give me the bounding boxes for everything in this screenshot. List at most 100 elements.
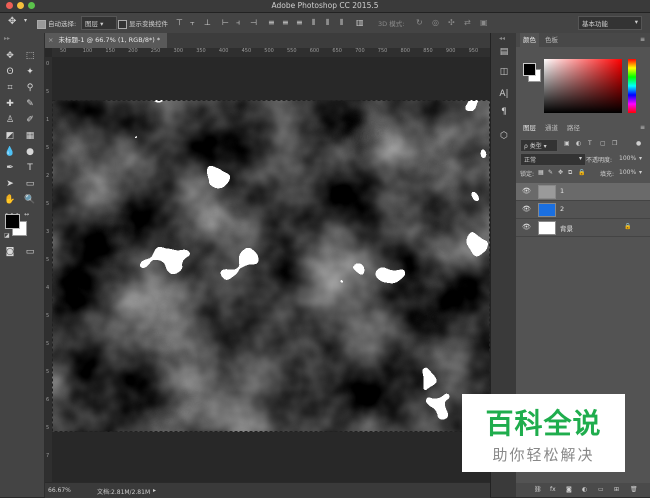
marquee-tool-icon[interactable]: ⬚ bbox=[24, 50, 36, 62]
fill-chevron-icon[interactable]: ▾ bbox=[639, 169, 642, 176]
history-panel-icon[interactable]: ▤ bbox=[498, 47, 510, 59]
color-panel-menu-icon[interactable]: ≡ bbox=[640, 36, 645, 43]
distribute-left-icon[interactable]: ⦀ bbox=[312, 18, 320, 27]
magic-wand-tool-icon[interactable]: ✦ bbox=[24, 66, 36, 78]
new-layer-icon[interactable]: ⊞ bbox=[614, 486, 619, 493]
zoom-level[interactable]: 66.67% bbox=[48, 487, 71, 494]
rectangle-tool-icon[interactable]: ▭ bbox=[24, 178, 36, 190]
tool-preset-chevron-icon[interactable]: ▾ bbox=[24, 17, 27, 24]
opacity-value[interactable]: 100% bbox=[619, 155, 636, 162]
align-hcenter-icon[interactable]: ⫞ bbox=[236, 18, 244, 27]
filter-shape-icon[interactable]: ▢ bbox=[600, 140, 606, 147]
swap-colors-icon[interactable]: ↔ bbox=[24, 211, 29, 218]
3d-roll-icon[interactable]: ◎ bbox=[432, 18, 440, 27]
hand-tool-icon[interactable]: ✋ bbox=[4, 194, 16, 206]
layer-row[interactable]: 👁 2 bbox=[516, 201, 650, 219]
dock-collapse-icon[interactable]: ◂◂ bbox=[499, 35, 505, 42]
align-top-icon[interactable]: ⊤ bbox=[176, 18, 184, 27]
screen-mode-icon[interactable]: ▭ bbox=[24, 246, 36, 258]
auto-align-icon[interactable]: ▥ bbox=[356, 18, 364, 27]
brush-tool-icon[interactable]: ✎ bbox=[24, 98, 36, 110]
quick-mask-icon[interactable]: ◙ bbox=[4, 246, 16, 258]
3d-slide-icon[interactable]: ⇄ bbox=[464, 18, 472, 27]
canvas-area[interactable] bbox=[52, 57, 490, 482]
distribute-top-icon[interactable]: ≡ bbox=[268, 18, 276, 27]
eraser-tool-icon[interactable]: ◩ bbox=[4, 130, 16, 142]
visibility-eye-icon[interactable]: 👁 bbox=[522, 205, 531, 213]
delete-layer-icon[interactable]: 🗑 bbox=[630, 486, 638, 493]
document-tab[interactable]: × 未标题-1 @ 66.7% (1, RGB/8*) * bbox=[45, 33, 167, 48]
eyedropper-tool-icon[interactable]: ⚲ bbox=[24, 82, 36, 94]
layer-style-icon[interactable]: fx bbox=[550, 486, 556, 493]
auto-select-checkbox[interactable]: 自动选择: bbox=[37, 18, 76, 29]
3d-pan-icon[interactable]: ✣ bbox=[448, 18, 456, 27]
default-colors-icon[interactable]: ◪ bbox=[4, 232, 10, 239]
lock-artboard-icon[interactable]: ⧉ bbox=[568, 169, 572, 177]
filter-type-icon[interactable]: T bbox=[588, 140, 592, 147]
move-tool-icon[interactable]: ✥ bbox=[8, 16, 16, 27]
add-mask-icon[interactable]: ◙ bbox=[566, 486, 572, 493]
distribute-right-icon[interactable]: ⦀ bbox=[340, 18, 348, 27]
filter-adjustment-icon[interactable]: ◐ bbox=[576, 140, 581, 147]
document-canvas[interactable] bbox=[52, 100, 490, 432]
lock-image-icon[interactable]: ✎ bbox=[548, 169, 553, 176]
opacity-chevron-icon[interactable]: ▾ bbox=[639, 155, 642, 162]
align-vcenter-icon[interactable]: ⫟ bbox=[190, 18, 198, 27]
paragraph-panel-icon[interactable]: ¶ bbox=[498, 107, 510, 119]
lock-all-icon[interactable]: 🔒 bbox=[578, 169, 585, 176]
distribute-vcenter-icon[interactable]: ≡ bbox=[282, 18, 290, 27]
layers-panel-menu-icon[interactable]: ≡ bbox=[640, 124, 645, 131]
auto-select-dropdown[interactable]: 图层 ▾ bbox=[81, 16, 117, 30]
status-menu-arrow-icon[interactable]: ▸ bbox=[153, 487, 156, 494]
move-tool-icon[interactable]: ✥ bbox=[4, 50, 16, 62]
tab-channels[interactable]: 通道 bbox=[542, 121, 561, 135]
lock-position-icon[interactable]: ✥ bbox=[558, 169, 563, 176]
3d-panel-icon[interactable]: ⬡ bbox=[498, 131, 510, 143]
lasso-tool-icon[interactable]: ʘ bbox=[4, 66, 16, 78]
new-group-icon[interactable]: ▭ bbox=[598, 486, 604, 493]
character-panel-icon[interactable]: A| bbox=[498, 89, 510, 101]
blend-mode-dropdown[interactable]: 正常 ▾ bbox=[520, 153, 586, 166]
properties-panel-icon[interactable]: ◫ bbox=[498, 67, 510, 79]
filter-toggle-icon[interactable]: ● bbox=[636, 140, 641, 147]
link-layers-icon[interactable]: ⛓ bbox=[534, 486, 542, 493]
fill-value[interactable]: 100% bbox=[619, 169, 636, 176]
show-transform-checkbox[interactable]: 显示变换控件 bbox=[118, 18, 168, 29]
visibility-eye-icon[interactable]: 👁 bbox=[522, 223, 531, 231]
align-right-icon[interactable]: ⊣ bbox=[250, 18, 258, 27]
healing-brush-tool-icon[interactable]: ✚ bbox=[4, 98, 16, 110]
hue-slider[interactable] bbox=[628, 59, 636, 113]
tab-color[interactable]: 颜色 bbox=[520, 33, 539, 47]
distribute-hcenter-icon[interactable]: ⦀ bbox=[326, 18, 334, 27]
pen-tool-icon[interactable]: ✒ bbox=[4, 162, 16, 174]
tab-swatches[interactable]: 色板 bbox=[542, 33, 561, 47]
panel-collapse-icon[interactable]: ▸▸ bbox=[4, 35, 10, 42]
layer-row[interactable]: 👁 背景 🔒 bbox=[516, 219, 650, 237]
close-tab-icon[interactable]: × bbox=[48, 36, 53, 44]
visibility-eye-icon[interactable]: 👁 bbox=[522, 187, 531, 195]
dodge-tool-icon[interactable]: ● bbox=[24, 146, 36, 158]
3d-rotate-icon[interactable]: ↻ bbox=[416, 18, 424, 27]
filter-smart-object-icon[interactable]: ❐ bbox=[612, 140, 617, 147]
history-brush-tool-icon[interactable]: ✐ bbox=[24, 114, 36, 126]
layer-row[interactable]: 👁 1 bbox=[516, 183, 650, 201]
foreground-color-swatch[interactable] bbox=[5, 214, 20, 229]
gradient-tool-icon[interactable]: ▦ bbox=[24, 130, 36, 142]
adjustment-layer-icon[interactable]: ◐ bbox=[582, 486, 587, 493]
clone-stamp-tool-icon[interactable]: ♙ bbox=[4, 114, 16, 126]
distribute-bottom-icon[interactable]: ≡ bbox=[296, 18, 304, 27]
color-spectrum-field[interactable] bbox=[544, 59, 622, 113]
color-panel-foreground-swatch[interactable] bbox=[523, 63, 536, 76]
align-bottom-icon[interactable]: ⊥ bbox=[204, 18, 212, 27]
zoom-tool-icon[interactable]: 🔍 bbox=[24, 194, 36, 206]
filter-pixel-icon[interactable]: ▣ bbox=[564, 140, 570, 147]
lock-transparent-icon[interactable]: ▦ bbox=[538, 169, 544, 176]
crop-tool-icon[interactable]: ⌗ bbox=[4, 82, 16, 94]
tab-layers[interactable]: 图层 bbox=[520, 121, 539, 135]
tab-paths[interactable]: 路径 bbox=[564, 121, 583, 135]
type-tool-icon[interactable]: T bbox=[24, 162, 36, 174]
workspace-dropdown[interactable]: 基本功能 ▾ bbox=[578, 16, 642, 30]
layer-filter-dropdown[interactable]: ρ 类型 ▾ bbox=[520, 139, 558, 152]
align-left-icon[interactable]: ⊢ bbox=[222, 18, 230, 27]
blur-tool-icon[interactable]: 💧 bbox=[4, 146, 16, 158]
